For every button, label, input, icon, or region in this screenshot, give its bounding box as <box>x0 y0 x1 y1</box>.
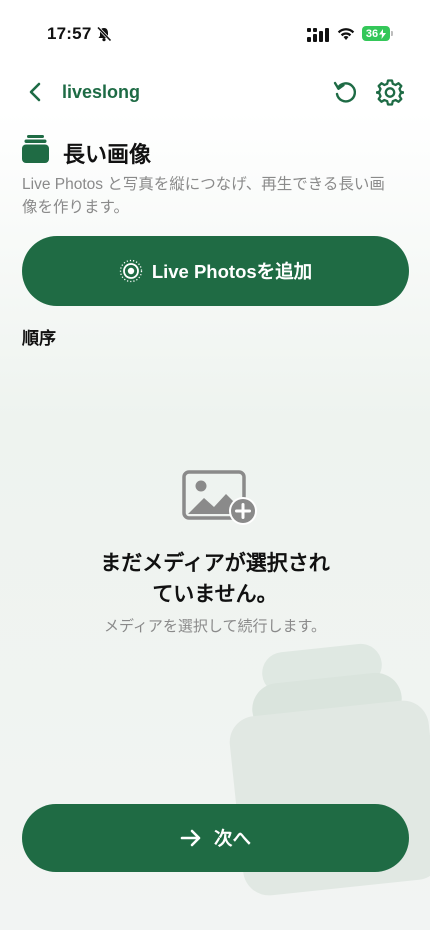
app-title[interactable]: liveslong <box>62 82 140 103</box>
gear-icon[interactable] <box>376 78 404 106</box>
charging-bolt-icon <box>379 28 387 39</box>
cellular-signal-icon <box>307 28 329 42</box>
battery-tip <box>391 31 393 36</box>
order-section-label: 順序 <box>22 329 56 348</box>
page-description: Live Photos と写真を縦につなげ、再生できる長い画像を作ります。 <box>22 176 385 216</box>
status-bar: 17:57 36 <box>0 0 430 60</box>
bell-slash-icon <box>96 26 112 42</box>
status-time: 17:57 <box>47 24 92 43</box>
photo-add-icon <box>182 470 257 525</box>
stack-icon <box>22 135 49 163</box>
live-photo-icon <box>119 259 142 283</box>
next-button-label: 次へ <box>213 828 251 849</box>
battery-level: 36 <box>365 27 379 40</box>
chevron-left-icon[interactable] <box>24 80 48 104</box>
next-button[interactable]: 次へ <box>22 804 409 872</box>
battery-indicator: 36 <box>362 26 390 41</box>
empty-state-title: まだメディアが選択されていません。 <box>100 552 330 606</box>
page-title: 長い画像 <box>63 142 152 167</box>
add-live-photos-button[interactable]: Live Photosを追加 <box>22 236 409 306</box>
rotate-ccw-icon[interactable] <box>332 79 358 105</box>
wifi-icon <box>337 28 355 40</box>
empty-state-subtitle: メディアを選択して続行します。 <box>103 618 326 635</box>
arrow-right-icon <box>180 829 201 847</box>
add-live-photos-label: Live Photosを追加 <box>151 261 313 282</box>
